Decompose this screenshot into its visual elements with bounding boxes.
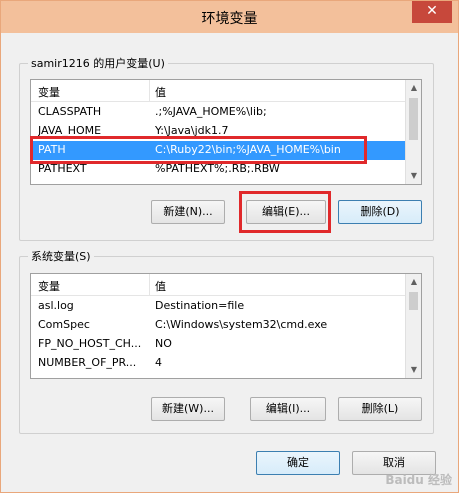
system-vars-header: 变量 值 (31, 274, 406, 296)
variable-value: C:\Windows\system32\cmd.exe (155, 318, 328, 331)
ok-button[interactable]: 确定 (256, 451, 340, 475)
system-delete-button[interactable]: 删除(L) (338, 397, 422, 421)
list-item[interactable]: FP_NO_HOST_CH... NO (32, 335, 405, 354)
highlight-box-edit-button (239, 191, 331, 233)
variable-value: NO (155, 337, 172, 350)
variable-value: .;%JAVA_HOME%\lib; (155, 105, 267, 118)
variable-name: asl.log (38, 299, 74, 312)
variable-value: 4 (155, 356, 162, 369)
system-new-button[interactable]: 新建(W)... (151, 397, 225, 421)
highlight-box-path-row (30, 136, 367, 164)
user-vars-list[interactable]: 变量 值 CLASSPATH .;%JAVA_HOME%\lib; JAVA_H… (30, 79, 422, 185)
user-new-button[interactable]: 新建(N)... (151, 200, 225, 224)
column-header-value[interactable]: 值 (155, 84, 166, 100)
scroll-thumb[interactable] (409, 98, 418, 140)
vertical-scrollbar[interactable]: ▲ ▼ (405, 80, 421, 184)
variable-value: Destination=file (155, 299, 245, 312)
watermark: Baidu 经验 (385, 473, 452, 487)
list-item[interactable]: asl.log Destination=file (32, 297, 405, 316)
user-vars-label: samir1216 的用户变量(U) (28, 55, 168, 71)
variable-name: NUMBER_OF_PR... (38, 356, 137, 369)
list-item[interactable]: ComSpec C:\Windows\system32\cmd.exe (32, 316, 405, 335)
system-vars-group: 系统变量(S) 变量 值 asl.log Destination=file Co… (19, 248, 434, 434)
scroll-thumb[interactable] (409, 292, 418, 310)
variable-name: ComSpec (38, 318, 90, 331)
column-header-name[interactable]: 变量 (38, 278, 60, 294)
scroll-down-icon[interactable]: ▼ (406, 362, 421, 378)
close-button[interactable]: ✕ (412, 1, 452, 23)
scroll-down-icon[interactable]: ▼ (406, 168, 421, 184)
column-header-name[interactable]: 变量 (38, 84, 60, 100)
env-vars-dialog: 环境变量 ✕ samir1216 的用户变量(U) 变量 值 CLASSPATH… (0, 0, 459, 493)
user-delete-button[interactable]: 删除(D) (338, 200, 422, 224)
list-item[interactable]: CLASSPATH .;%JAVA_HOME%\lib; (32, 103, 405, 122)
user-vars-header: 变量 值 (31, 80, 406, 102)
vertical-scrollbar[interactable]: ▲ ▼ (405, 274, 421, 378)
system-edit-button[interactable]: 编辑(I)... (250, 397, 326, 421)
system-vars-label: 系统变量(S) (28, 248, 94, 264)
variable-name: CLASSPATH (38, 105, 102, 118)
column-header-value[interactable]: 值 (155, 278, 166, 294)
variable-name: FP_NO_HOST_CH... (38, 337, 142, 350)
title-bar: 环境变量 ✕ (1, 1, 458, 33)
scroll-up-icon[interactable]: ▲ (406, 274, 421, 290)
column-divider[interactable] (149, 274, 150, 296)
list-item[interactable]: NUMBER_OF_PR... 4 (32, 354, 405, 373)
system-vars-list[interactable]: 变量 值 asl.log Destination=file ComSpec C:… (30, 273, 422, 379)
scroll-up-icon[interactable]: ▲ (406, 80, 421, 96)
column-divider[interactable] (149, 80, 150, 102)
window-title: 环境变量 (201, 11, 258, 27)
